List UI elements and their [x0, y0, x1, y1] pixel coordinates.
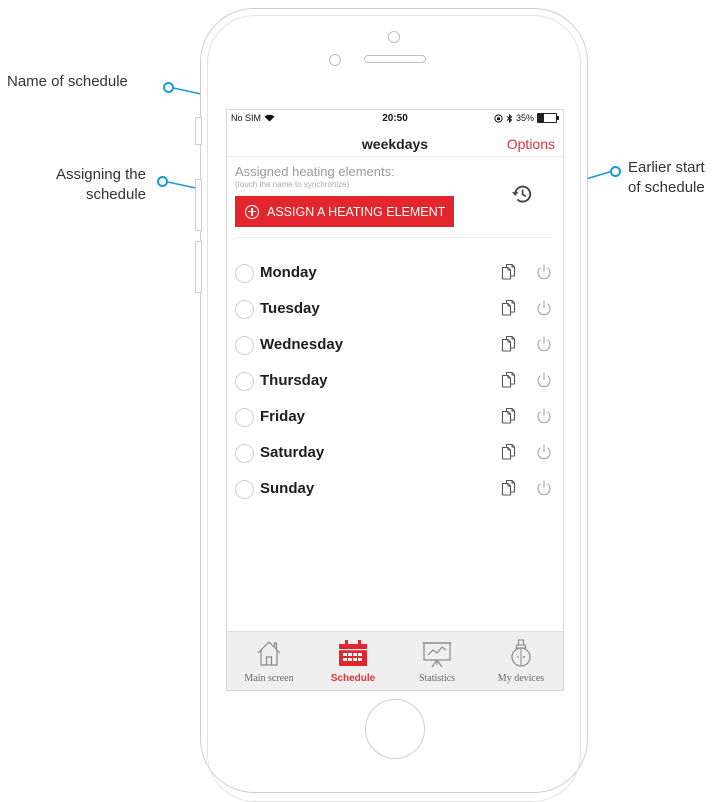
app-screen: No SIM 20:50 35% weekdays Options Assign… — [226, 109, 564, 691]
tab-label: Main screen — [244, 673, 294, 684]
battery-icon — [537, 113, 559, 123]
day-name[interactable]: Friday — [260, 408, 305, 425]
day-name[interactable]: Saturday — [260, 444, 324, 461]
day-radio[interactable] — [235, 480, 254, 499]
power-icon[interactable] — [534, 298, 554, 318]
tab-label: Schedule — [330, 673, 376, 684]
phone-frame: No SIM 20:50 35% weekdays Options Assign… — [195, 8, 588, 802]
tab-bar: Main screen Schedule Statistics My devic… — [227, 631, 563, 690]
tab-statistics[interactable]: Statistics — [395, 632, 479, 690]
assigned-elements-label: Assigned heating elements: — [235, 164, 395, 179]
day-row-thursday: Thursday — [227, 364, 563, 398]
history-icon[interactable] — [510, 182, 534, 206]
tab-main-screen[interactable]: Main screen — [227, 632, 311, 690]
day-row-wednesday: Wednesday — [227, 328, 563, 362]
day-radio[interactable] — [235, 372, 254, 391]
day-radio[interactable] — [235, 444, 254, 463]
options-button[interactable]: Options — [507, 136, 555, 152]
copy-icon[interactable] — [499, 370, 519, 390]
day-row-friday: Friday — [227, 400, 563, 434]
mute-switch — [195, 117, 202, 145]
tab-label: My devices — [497, 673, 545, 684]
synchronize-hint: (touch the name to synchronize) — [235, 180, 350, 189]
copy-icon[interactable] — [499, 478, 519, 498]
day-name[interactable]: Tuesday — [260, 300, 320, 317]
copy-icon[interactable] — [499, 334, 519, 354]
copy-icon[interactable] — [499, 406, 519, 426]
tab-my-devices[interactable]: My devices — [479, 632, 563, 690]
bluetooth-icon — [506, 113, 513, 123]
power-icon[interactable] — [534, 262, 554, 282]
assign-button-label: ASSIGN A HEATING ELEMENT — [267, 204, 446, 219]
power-icon[interactable] — [534, 406, 554, 426]
copy-icon[interactable] — [499, 262, 519, 282]
power-icon[interactable] — [534, 334, 554, 354]
annotation-assigning: Assigning the schedule — [55, 166, 146, 203]
annotation-dot — [610, 166, 621, 177]
battery-status: 35% — [494, 113, 559, 123]
copy-icon[interactable] — [499, 298, 519, 318]
radiator-device-icon — [511, 639, 531, 667]
annotation-dot — [163, 82, 174, 93]
volume-up-button — [195, 179, 202, 231]
navigation-bar: weekdays Options — [227, 128, 563, 156]
annotation-schedule-name: Name of schedule — [7, 73, 128, 90]
status-bar: No SIM 20:50 35% — [227, 110, 563, 128]
calendar-icon — [339, 640, 367, 666]
house-icon — [257, 641, 281, 666]
day-name[interactable]: Monday — [260, 264, 317, 281]
day-row-tuesday: Tuesday — [227, 292, 563, 326]
power-icon[interactable] — [534, 370, 554, 390]
power-icon[interactable] — [534, 478, 554, 498]
chart-board-icon — [422, 642, 452, 668]
assign-heating-element-button[interactable]: ASSIGN A HEATING ELEMENT — [235, 196, 454, 227]
tab-schedule[interactable]: Schedule — [311, 632, 395, 690]
day-radio[interactable] — [235, 336, 254, 355]
day-row-monday: Monday — [227, 256, 563, 290]
copy-icon[interactable] — [499, 442, 519, 462]
day-row-saturday: Saturday — [227, 436, 563, 470]
day-name[interactable]: Wednesday — [260, 336, 343, 353]
day-name[interactable]: Thursday — [260, 372, 328, 389]
day-radio[interactable] — [235, 300, 254, 319]
divider — [227, 156, 563, 157]
front-camera — [388, 31, 400, 43]
proximity-sensor — [329, 54, 341, 66]
battery-fill — [538, 114, 545, 122]
battery-percent: 35% — [515, 113, 534, 123]
annotation-earlier-start: Earlier start of schedule — [628, 159, 705, 196]
tab-label: Statistics — [418, 673, 456, 684]
day-radio[interactable] — [235, 264, 254, 283]
power-icon[interactable] — [534, 442, 554, 462]
volume-down-button — [195, 241, 202, 293]
day-name[interactable]: Sunday — [260, 480, 314, 497]
day-row-sunday: Sunday — [227, 472, 563, 506]
annotation-dot — [157, 176, 168, 187]
orientation-lock-icon — [494, 113, 503, 123]
divider — [235, 237, 553, 238]
day-radio[interactable] — [235, 408, 254, 427]
plus-circle-icon — [245, 204, 259, 219]
earpiece-speaker — [364, 55, 426, 63]
home-button[interactable] — [365, 699, 425, 759]
